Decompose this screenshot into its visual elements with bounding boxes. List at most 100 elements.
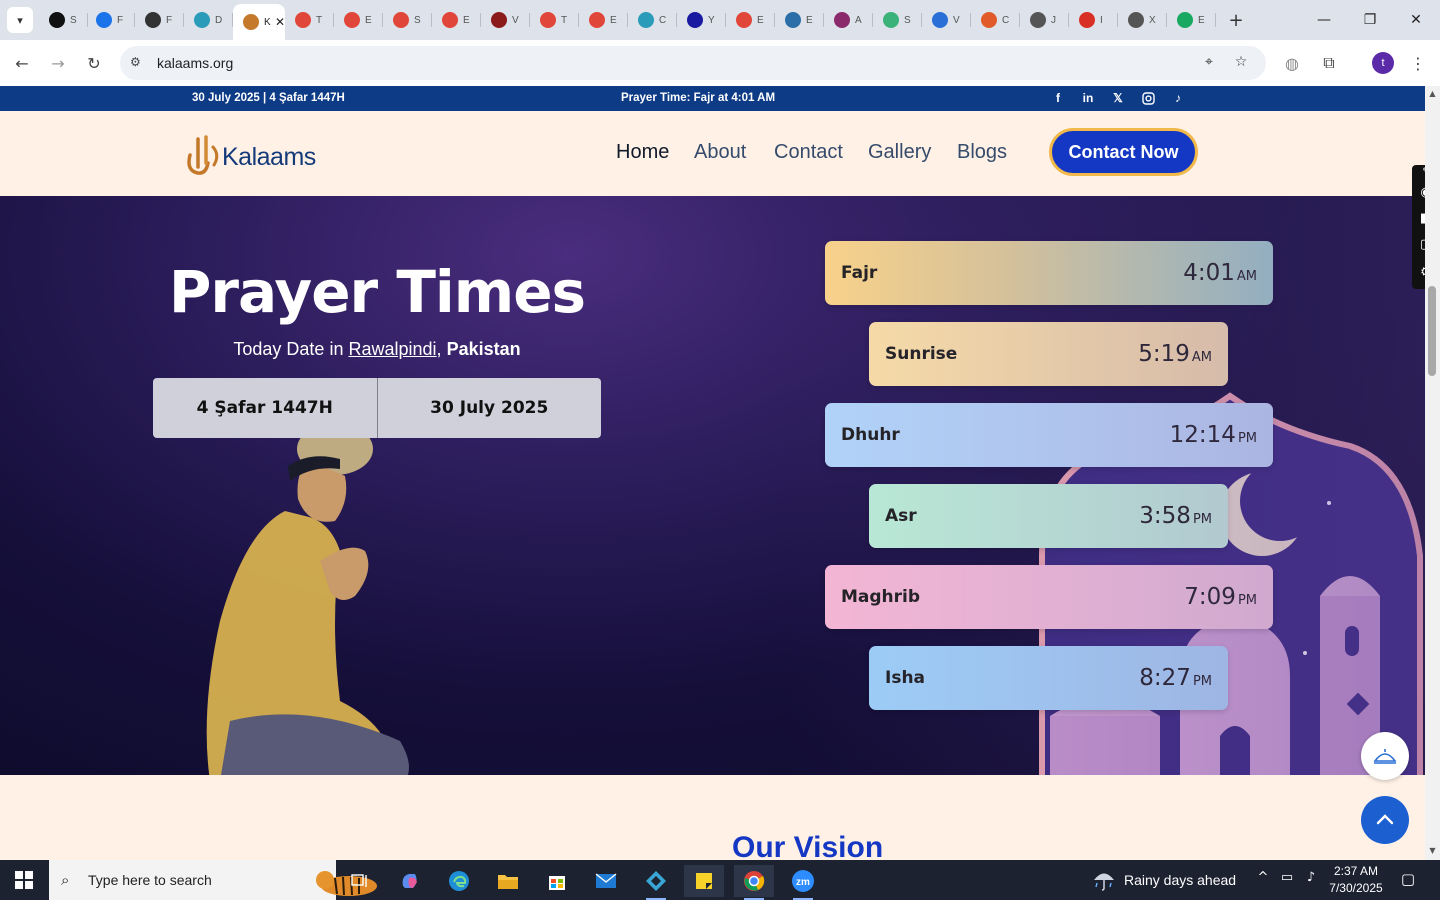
- tab-favicon-icon: [589, 12, 605, 28]
- browser-tab[interactable]: A: [824, 4, 873, 36]
- mail-icon[interactable]: [586, 865, 626, 897]
- x-icon[interactable]: 𝕏: [1111, 91, 1125, 105]
- browser-tab[interactable]: E: [1167, 4, 1216, 36]
- browser-tab[interactable]: S: [383, 4, 432, 36]
- tab-favicon-icon: [96, 12, 112, 28]
- back-button[interactable]: ←: [9, 50, 35, 76]
- taskbar-search[interactable]: ⌕ Type here to search: [49, 860, 377, 900]
- nav-contact[interactable]: Contact: [774, 141, 843, 164]
- browser-tab[interactable]: X: [1118, 4, 1167, 36]
- tab-close-icon[interactable]: ✕: [275, 15, 285, 29]
- translate-icon[interactable]: ◍: [1279, 50, 1305, 76]
- prayer-time: 5:19 AM: [1138, 341, 1212, 367]
- facebook-icon[interactable]: f: [1051, 91, 1065, 105]
- browser-tab[interactable]: C: [628, 4, 677, 36]
- browser-tab[interactable]: E: [334, 4, 383, 36]
- address-bar[interactable]: ⚙ kalaams.org ⌖ ☆: [120, 46, 1266, 80]
- browser-tab[interactable]: C: [971, 4, 1020, 36]
- taskbar-clock[interactable]: 2:37 AM 7/30/2025: [1326, 863, 1386, 897]
- prayer-name: Dhuhr: [841, 425, 900, 445]
- prayer-time-ampm: PM: [1192, 512, 1212, 527]
- city-link[interactable]: Rawalpindi: [348, 339, 436, 359]
- bookmark-star-icon[interactable]: ☆: [1232, 54, 1250, 72]
- chevron-up-icon: [1376, 814, 1394, 825]
- tray-chevron-up-icon[interactable]: ^: [1253, 870, 1273, 890]
- browser-tab[interactable]: V: [481, 4, 530, 36]
- browser-tab[interactable]: E: [579, 4, 628, 36]
- zoom-app-icon[interactable]: zm: [783, 865, 823, 900]
- sticky-notes-icon[interactable]: [684, 865, 724, 897]
- prayer-name: Sunrise: [885, 344, 958, 364]
- tab-title: E: [1198, 14, 1205, 26]
- volume-icon[interactable]: ♪: [1301, 870, 1321, 890]
- microsoft-store-icon[interactable]: [537, 865, 577, 897]
- nav-about[interactable]: About: [694, 141, 746, 164]
- browser-tab[interactable]: E: [432, 4, 481, 36]
- scrollbar-thumb[interactable]: [1428, 286, 1436, 376]
- search-placeholder[interactable]: Type here to search: [88, 872, 212, 888]
- browser-tab[interactable]: K ✕: [233, 4, 285, 40]
- lamp-button[interactable]: [1361, 732, 1409, 780]
- browser-tab[interactable]: E: [726, 4, 775, 36]
- nav-blogs[interactable]: Blogs: [957, 141, 1007, 164]
- linkedin-icon[interactable]: in: [1081, 91, 1095, 105]
- tab-title: S: [904, 14, 911, 26]
- browser-menu-icon[interactable]: ⋮: [1405, 50, 1431, 76]
- tab-title: X: [1149, 14, 1156, 26]
- tiktok-icon[interactable]: ♪: [1171, 91, 1185, 105]
- chrome-icon[interactable]: [734, 865, 774, 900]
- new-tab-button[interactable]: +: [1224, 8, 1248, 32]
- profile-avatar[interactable]: t: [1372, 52, 1394, 74]
- notifications-icon[interactable]: ▢: [1398, 870, 1418, 890]
- site-settings-icon[interactable]: ⚙: [130, 55, 146, 71]
- url-text[interactable]: kalaams.org: [157, 55, 233, 71]
- network-icon[interactable]: ▭: [1277, 870, 1297, 890]
- browser-tab[interactable]: E: [775, 4, 824, 36]
- browser-tab[interactable]: Y: [677, 4, 726, 36]
- tab-title: C: [1002, 14, 1010, 26]
- edge-browser-icon[interactable]: [439, 865, 479, 897]
- browser-tab[interactable]: I: [1069, 4, 1118, 36]
- page-title: Prayer Times: [168, 258, 586, 326]
- reload-button[interactable]: ↻: [81, 50, 107, 76]
- browser-tab[interactable]: F: [86, 4, 135, 36]
- date-box: 4 Şafar 1447H 30 July 2025: [153, 378, 601, 438]
- extensions-icon[interactable]: ⧉: [1316, 50, 1342, 76]
- browser-tab[interactable]: F: [135, 4, 184, 36]
- browser-tab[interactable]: T: [285, 4, 334, 36]
- prayer-time-ampm: AM: [1191, 350, 1212, 365]
- web-page: 30 July 2025 | 4 Şafar 1447H Prayer Time…: [0, 86, 1425, 860]
- scroll-to-top-button[interactable]: [1361, 796, 1409, 844]
- browser-tab[interactable]: S: [39, 4, 88, 36]
- file-explorer-icon[interactable]: [488, 865, 528, 897]
- tab-title: Y: [708, 14, 715, 26]
- start-button[interactable]: [0, 860, 48, 900]
- nav-home[interactable]: Home: [616, 141, 669, 164]
- instagram-icon[interactable]: [1141, 91, 1155, 105]
- kodi-app-icon[interactable]: [636, 865, 676, 900]
- site-logo[interactable]: Kalaams: [184, 129, 324, 177]
- browser-tab[interactable]: V: [922, 4, 971, 36]
- prayer-name: Maghrib: [841, 587, 921, 607]
- tab-search-chevron-icon[interactable]: ▾: [7, 7, 33, 33]
- nav-gallery[interactable]: Gallery: [868, 141, 931, 164]
- minimize-button[interactable]: —: [1306, 6, 1342, 34]
- page-scrollbar[interactable]: ▲ ▼: [1425, 86, 1440, 860]
- contact-now-button[interactable]: Contact Now: [1049, 128, 1198, 176]
- scroll-up-arrow-icon[interactable]: ▲: [1428, 89, 1437, 98]
- location-icon[interactable]: ⌖: [1200, 54, 1218, 72]
- tab-favicon-icon: [687, 12, 703, 28]
- browser-tab[interactable]: S: [873, 4, 922, 36]
- maximize-button[interactable]: ❐: [1352, 6, 1388, 34]
- forward-button[interactable]: →: [45, 50, 71, 76]
- close-window-button[interactable]: ✕: [1398, 6, 1434, 34]
- scroll-down-arrow-icon[interactable]: ▼: [1428, 846, 1437, 855]
- copilot-icon[interactable]: [390, 865, 430, 897]
- browser-tab[interactable]: T: [530, 4, 579, 36]
- tab-title: K: [264, 16, 271, 28]
- task-view-icon[interactable]: [340, 865, 380, 897]
- weather-widget[interactable]: Rainy days ahead: [1092, 869, 1236, 891]
- tab-favicon-icon: [883, 12, 899, 28]
- browser-tab[interactable]: D: [184, 4, 233, 36]
- browser-tab[interactable]: J: [1020, 4, 1069, 36]
